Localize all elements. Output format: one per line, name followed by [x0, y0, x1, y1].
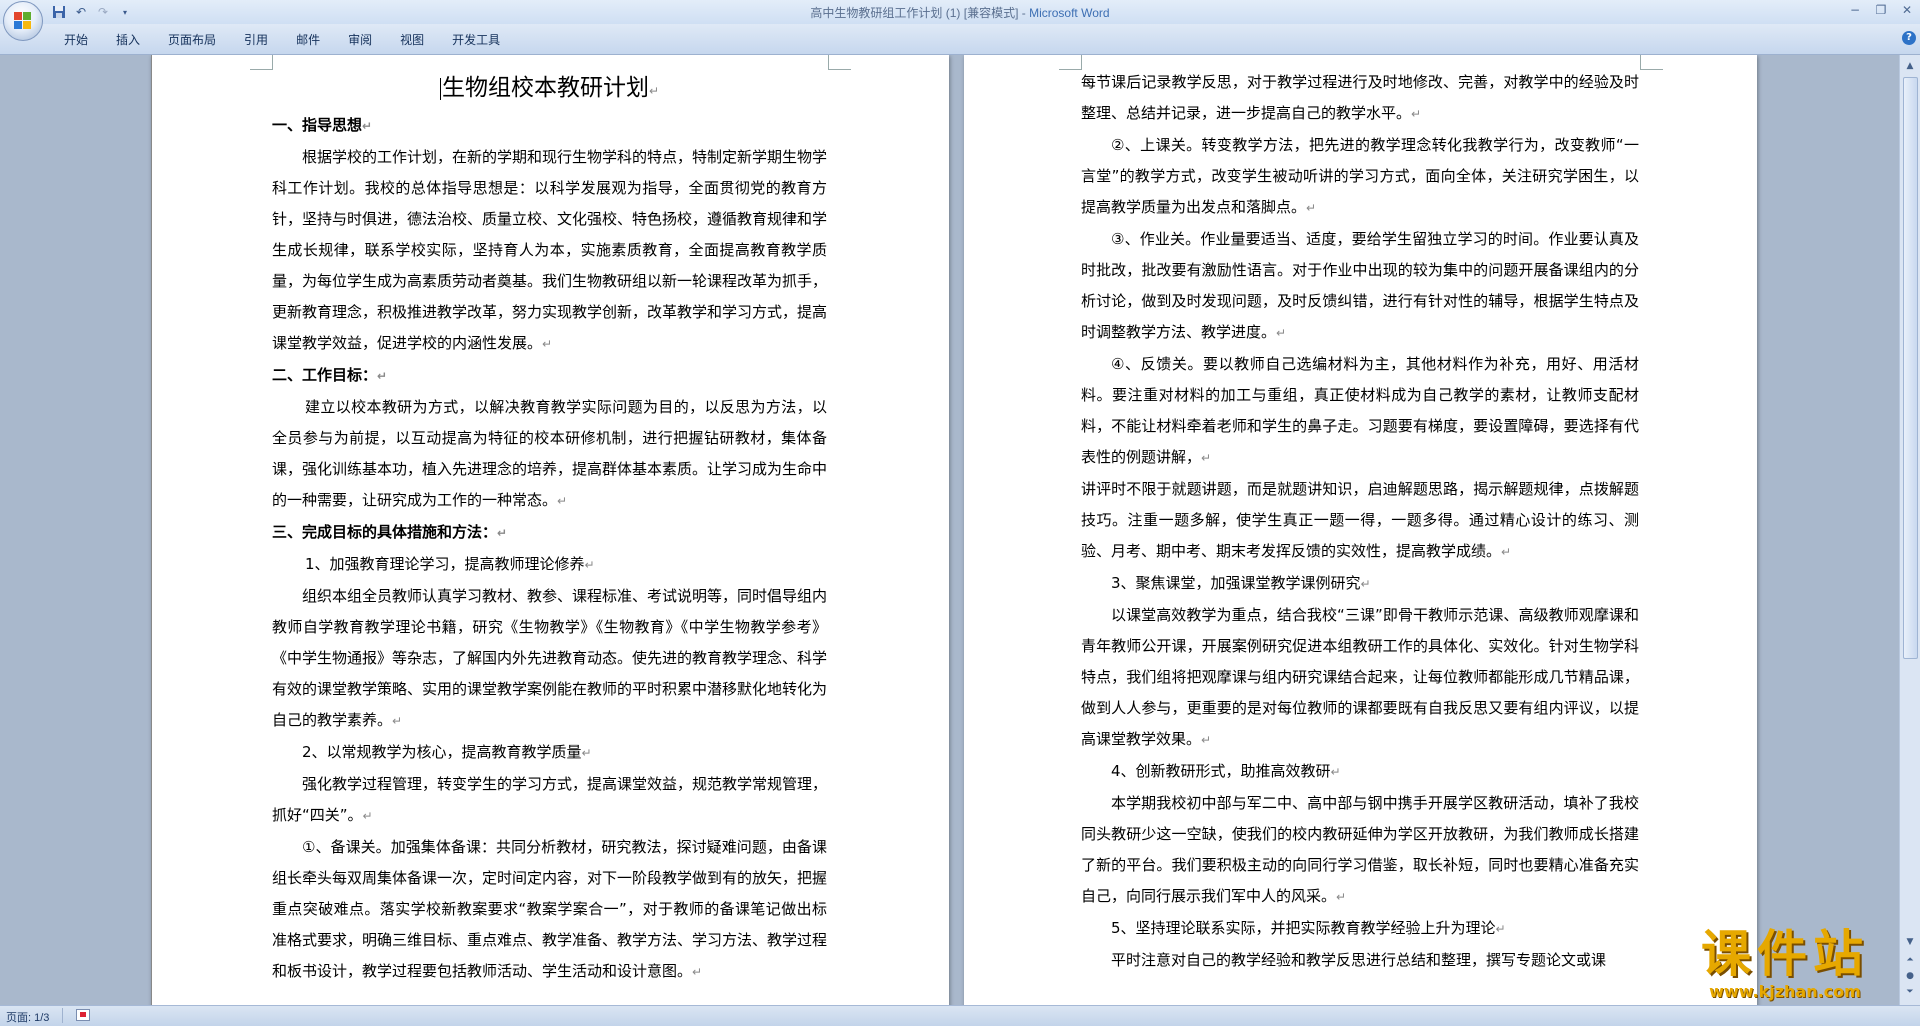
subheading: 3、聚焦课堂，加强课堂教学课例研究↵ [1111, 574, 1371, 592]
help-icon[interactable]: ? [1902, 31, 1916, 45]
paragraph: 本学期我校初中部与军二中、高中部与钢中携手开展学区教研活动，填补了我校同头教研少… [1081, 794, 1639, 905]
window-controls: − ❐ ✕ [1846, 2, 1916, 18]
tab-review[interactable]: 审阅 [334, 30, 386, 50]
page-2-content[interactable]: 每节课后记录教学反思，对于教学过程进行及时地修改、完善，对教学中的经验及时整理、… [1081, 67, 1639, 976]
paragraph: ②、上课关。转变教学方法，把先进的教学理念转化我教学行为，改变教师“一言堂”的教… [1081, 136, 1639, 216]
section-heading: 三、完成目标的具体措施和方法：↵ [272, 523, 508, 541]
tab-page-layout[interactable]: 页面布局 [154, 30, 230, 50]
office-logo-icon [14, 12, 32, 30]
section-heading: 一、指导思想↵ [272, 116, 373, 134]
ribbon: 开始 插入 页面布局 引用 邮件 审阅 视图 开发工具 ? [0, 24, 1920, 55]
title-bar: ↶ ↷ ▾ 高中生物教研组工作计划 (1) [兼容模式] - Microsoft… [0, 0, 1920, 25]
subheading: 1、加强教育理论学习，提高教师理论修养↵ [305, 555, 595, 573]
office-button[interactable] [3, 1, 43, 41]
document-page-2: 每节课后记录教学反思，对于教学过程进行及时地修改、完善，对教学中的经验及时整理、… [964, 55, 1757, 1005]
crop-mark [828, 55, 851, 70]
paragraph: 讲评时不限于就题讲题，而是就题讲知识，启迪解题思路，揭示解题规律，点拨解题技巧。… [1081, 480, 1639, 560]
app-name: Microsoft Word [1029, 6, 1110, 20]
status-bar: 页面: 1/3 [0, 1005, 1920, 1026]
paragraph: ③、作业关。作业量要适当、适度，要给学生留独立学习的时间。作业要认真及时批改，批… [1081, 230, 1639, 341]
paragraph: 根据学校的工作计划，在新的学期和现行生物学科的特点，特制定新学期生物学科工作计划… [272, 148, 828, 352]
window-title: 高中生物教研组工作计划 (1) [兼容模式] - Microsoft Word [0, 4, 1920, 21]
tab-references[interactable]: 引用 [230, 30, 282, 50]
close-button[interactable]: ✕ [1898, 2, 1916, 18]
document-area: 生物组校本教研计划↵ 一、指导思想↵ 根据学校的工作计划，在新的学期和现行生物学… [0, 55, 1900, 1005]
document-page-1: 生物组校本教研计划↵ 一、指导思想↵ 根据学校的工作计划，在新的学期和现行生物学… [151, 55, 949, 1005]
proofing-status-icon[interactable] [76, 1009, 90, 1021]
subheading: 5、坚持理论联系实际，并把实际教育教学经验上升为理论↵ [1111, 919, 1506, 937]
page-count-status[interactable]: 页面: 1/3 [6, 1009, 49, 1025]
scroll-thumb[interactable] [1903, 77, 1918, 659]
paragraph: ④、反馈关。要以教师自己选编材料为主，其他材料作为补充，用好、用活材料。要注重对… [1081, 355, 1639, 466]
previous-page-icon[interactable]: ⏶ [1903, 953, 1917, 967]
scroll-up-icon[interactable]: ▲ [1903, 59, 1917, 73]
status-divider [62, 1008, 63, 1023]
watermark-logo: 课件站 www.kjzhan.com [1672, 925, 1898, 1005]
tab-view[interactable]: 视图 [386, 30, 438, 50]
text-cursor [439, 77, 441, 100]
vertical-scrollbar[interactable]: ▲ ▼ ⏶ ● ⏷ [1899, 55, 1920, 1005]
subheading: 4、创新教研形式，助推高效教研↵ [1111, 762, 1341, 780]
crop-mark [1059, 55, 1082, 70]
document-heading: 生物组校本教研计划↵ [439, 75, 660, 101]
section-heading: 二、工作目标：↵ [272, 366, 388, 384]
paragraph: 强化教学过程管理，转变学生的学习方式，提高课堂效益，规范教学常规管理，抓好“四关… [272, 775, 828, 824]
watermark-title: 课件站 [1701, 925, 1869, 983]
scroll-down-icon[interactable]: ▼ [1903, 935, 1917, 949]
paragraph: 每节课后记录教学反思，对于教学过程进行及时地修改、完善，对教学中的经验及时整理、… [1081, 73, 1639, 122]
paragraph: 平时注意对自己的教学经验和教学反思进行总结和整理，撰写专题论文或课 [1111, 951, 1607, 969]
minimize-button[interactable]: − [1846, 2, 1864, 18]
paragraph: 建立以校本教研为方式，以解决教育教学实际问题为目的，以反思为方法，以全员参与为前… [272, 398, 828, 509]
restore-button[interactable]: ❐ [1872, 2, 1890, 18]
tab-developer[interactable]: 开发工具 [438, 30, 514, 50]
watermark-url: www.kjzhan.com [1709, 982, 1861, 1001]
select-browse-object-icon[interactable]: ● [1903, 969, 1917, 983]
subheading: 2、以常规教学为核心，提高教育教学质量↵ [302, 743, 592, 761]
ribbon-tabs: 开始 插入 页面布局 引用 邮件 审阅 视图 开发工具 [50, 30, 514, 50]
paragraph: 以课堂高效教学为重点，结合我校“三课”即骨干教师示范课、高级教师观摩课和青年教师… [1081, 606, 1639, 748]
next-page-icon[interactable]: ⏷ [1903, 985, 1917, 999]
paragraph: 组织本组全员教师认真学习教材、教参、课程标准、考试说明等，同时倡导组内教师自学教… [272, 587, 828, 729]
crop-mark [250, 55, 273, 70]
tab-insert[interactable]: 插入 [102, 30, 154, 50]
crop-mark [1640, 55, 1663, 70]
paragraph: ①、备课关。加强集体备课：共同分析教材，研究教法，探讨疑难问题，由备课组长牵头每… [272, 838, 828, 980]
tab-home[interactable]: 开始 [50, 30, 102, 50]
page-1-content[interactable]: 生物组校本教研计划↵ 一、指导思想↵ 根据学校的工作计划，在新的学期和现行生物学… [272, 67, 827, 988]
document-title-text: 高中生物教研组工作计划 (1) [兼容模式] - [810, 6, 1030, 20]
tab-mailings[interactable]: 邮件 [282, 30, 334, 50]
